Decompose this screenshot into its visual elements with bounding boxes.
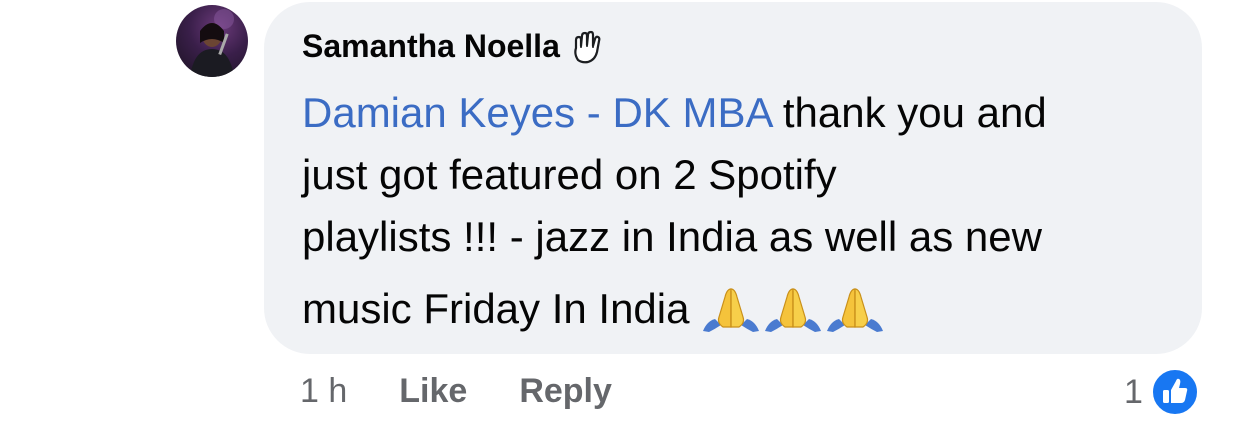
author-name[interactable]: Samantha Noella — [302, 28, 560, 65]
folded-hands-icon — [701, 287, 761, 333]
emoji-group — [701, 287, 887, 350]
reply-button[interactable]: Reply — [519, 372, 612, 411]
thumbs-up-icon — [1150, 368, 1199, 416]
mention-link[interactable]: Damian Keyes - DK MBA — [302, 89, 771, 136]
comment-actions: 1 h Like Reply — [300, 372, 612, 411]
reaction-count: 1 — [1124, 372, 1143, 411]
comment-line: music Friday In India — [302, 278, 1182, 350]
like-button[interactable]: Like — [399, 372, 467, 411]
comment-container: Samantha Noella Damian Keyes - DK MBA th… — [0, 0, 1242, 421]
comment-bubble: Samantha Noella Damian Keyes - DK MBA th… — [264, 2, 1202, 354]
comment-line: just got featured on 2 Spotify — [302, 151, 837, 198]
timestamp[interactable]: 1 h — [300, 372, 347, 411]
wave-hand-icon — [570, 30, 604, 64]
comment-text: Damian Keyes - DK MBA thank you and just… — [302, 82, 1182, 350]
comment-text-segment: thank you and — [771, 89, 1047, 136]
comment-line: Damian Keyes - DK MBA thank you and — [302, 82, 1182, 144]
avatar[interactable] — [176, 5, 248, 77]
comment-line: playlists !!! - jazz in India as well as… — [302, 213, 1042, 260]
folded-hands-icon — [825, 287, 885, 333]
comment-text-segment: music Friday In India — [302, 285, 690, 332]
author-row: Samantha Noella — [302, 28, 604, 65]
folded-hands-icon — [763, 287, 823, 333]
reaction-summary[interactable]: 1 — [1124, 368, 1199, 416]
